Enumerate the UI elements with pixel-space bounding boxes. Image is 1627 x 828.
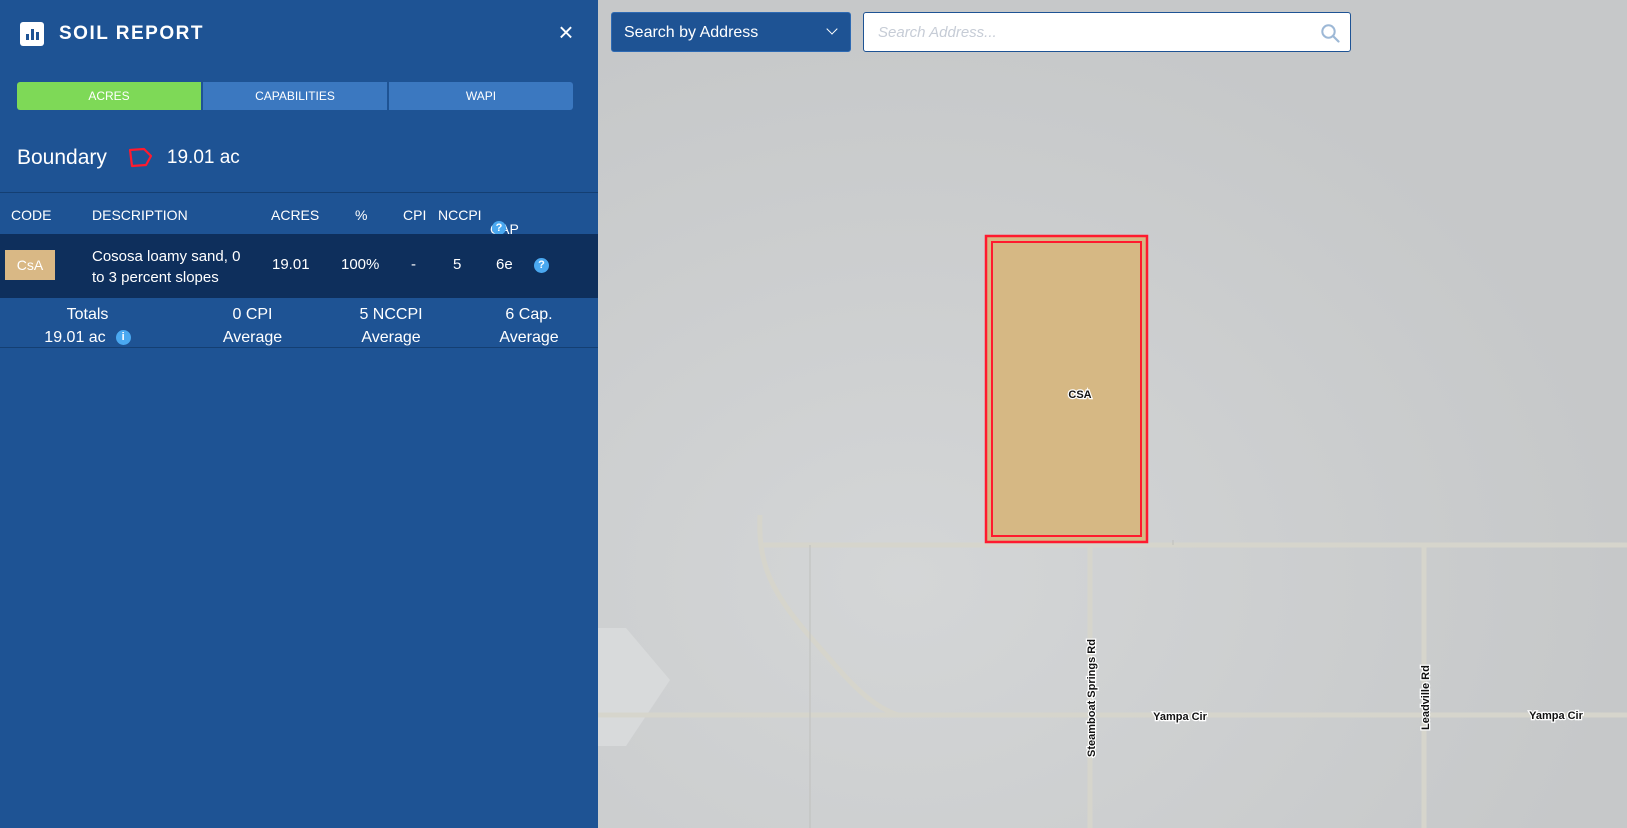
row-acres: 19.01 (272, 256, 310, 273)
panel-header: SOIL REPORT × (0, 0, 598, 68)
boundary-summary: Boundary 19.01 ac (17, 143, 240, 173)
totals-cap: 6 Cap. (505, 306, 553, 323)
tab-acres[interactable]: ACRES (17, 82, 201, 110)
search-icon[interactable] (1320, 23, 1340, 43)
info-icon[interactable]: i (115, 330, 131, 346)
help-icon[interactable]: ? (534, 258, 549, 273)
help-icon[interactable]: ? (492, 221, 506, 235)
map-canvas[interactable]: CSA Steamboat Springs Rd Leadville Rd Ya… (598, 0, 1627, 828)
parcel-polygon[interactable] (984, 234, 1149, 544)
totals-cap-average: Average (499, 329, 559, 346)
totals-acres-cell: Totals 19.01 ac i (20, 303, 155, 349)
col-cpi: CPI (403, 207, 427, 223)
col-code: CODE (11, 207, 52, 223)
col-percent: % (355, 207, 368, 223)
road-label-yampa-1: Yampa Cir (1153, 711, 1208, 723)
road-label-leadville: Leadville Rd (1420, 665, 1432, 730)
road-label-steamboat: Steamboat Springs Rd (1086, 639, 1098, 757)
boundary-acres: 19.01 ac (166, 147, 240, 168)
totals-cpi: 0 CPI (232, 306, 273, 323)
tab-wapi[interactable]: WAPI (389, 82, 573, 110)
totals-cpi-cell: 0 CPI Average (200, 303, 305, 349)
col-nccpi: NCCPI (438, 207, 482, 223)
row-nccpi: 5 (453, 256, 462, 273)
totals-nccpi-cell: 5 NCCPI Average (336, 303, 446, 349)
search-mode-dropdown[interactable]: Search by Address (611, 12, 851, 52)
totals-label: Totals (66, 306, 109, 323)
soil-table: CODE DESCRIPTION ACRES % CPI NCCPI CAP ?… (0, 192, 598, 348)
soil-report-panel: SOIL REPORT × ACRES CAPABILITIES WAPI Bo… (0, 0, 598, 828)
soil-description: Cososa loamy sand, 0 to 3 percent slopes (92, 248, 241, 286)
row-percent: 100% (341, 256, 380, 273)
totals-nccpi-average: Average (361, 329, 421, 346)
bar-chart-icon (20, 22, 44, 46)
row-cpi: - (411, 256, 416, 273)
row-cap: 6e (496, 256, 513, 273)
search-box (863, 12, 1351, 52)
totals-nccpi: 5 NCCPI (359, 306, 423, 323)
report-tabs: ACRES CAPABILITIES WAPI (17, 82, 573, 110)
totals-cap-cell: 6 Cap. Average (476, 303, 582, 349)
map-view[interactable]: CSA Steamboat Springs Rd Leadville Rd Ya… (598, 0, 1627, 828)
boundary-label: Boundary (17, 146, 107, 169)
totals-row: Totals 19.01 ac i 0 CPI Average 5 NCCPI A… (0, 298, 598, 348)
chevron-down-icon (826, 23, 838, 35)
panel-title: SOIL REPORT (59, 23, 204, 44)
table-header: CODE DESCRIPTION ACRES % CPI NCCPI CAP ? (0, 192, 598, 237)
col-acres: ACRES (271, 207, 320, 223)
totals-acres: 19.01 ac (44, 329, 106, 346)
close-icon[interactable]: × (553, 19, 579, 45)
road-label-yampa-2: Yampa Cir (1529, 710, 1584, 722)
table-row[interactable]: CsA Cososa loamy sand, 0 to 3 percent sl… (0, 234, 598, 298)
polygon-icon (128, 147, 153, 168)
search-mode-label: Search by Address (624, 24, 759, 41)
parcel-label: CSA (1068, 389, 1091, 401)
tab-capabilities[interactable]: CAPABILITIES (203, 82, 387, 110)
search-input[interactable] (864, 13, 1304, 51)
col-description: DESCRIPTION (92, 207, 188, 223)
totals-cpi-average: Average (222, 329, 283, 346)
soil-code-chip: CsA (5, 250, 55, 280)
